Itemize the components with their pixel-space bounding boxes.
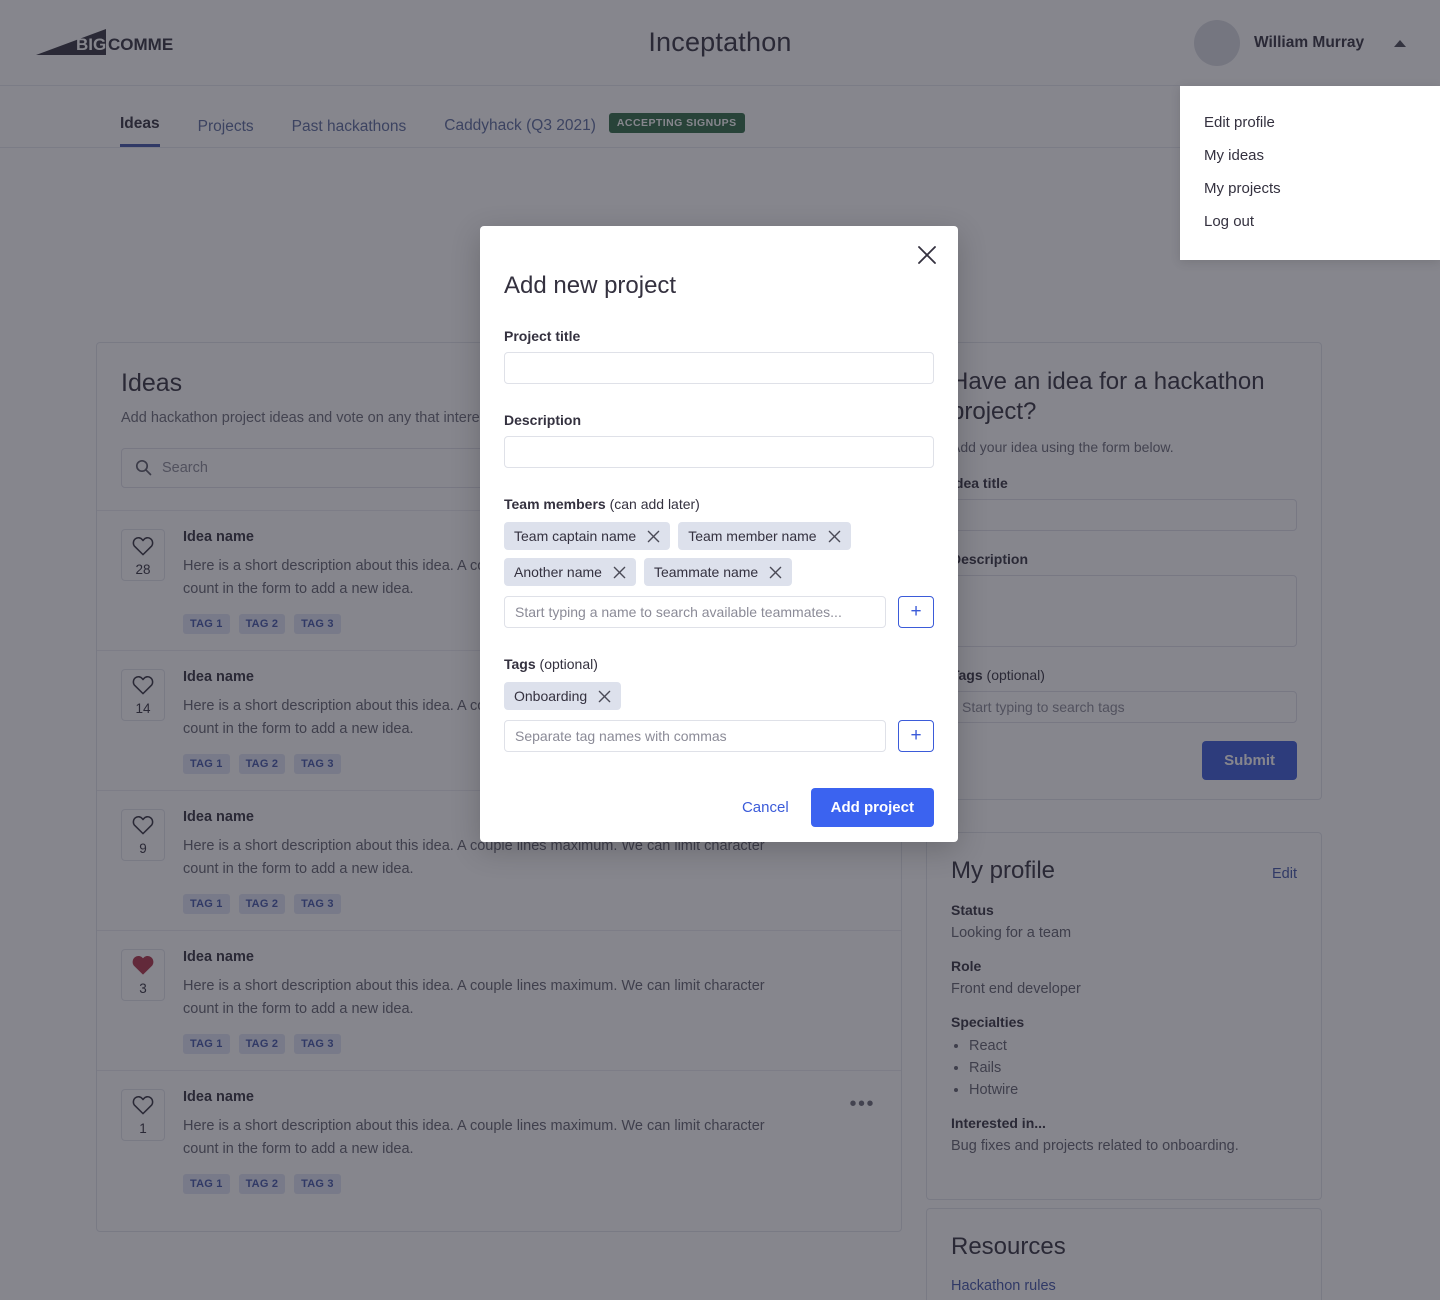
project-tags-sublabel: (optional): [535, 656, 598, 672]
project-tag-chips: Onboarding: [504, 682, 934, 710]
team-member-chips: Team captain name Team member name Another…: [504, 522, 934, 586]
chip-label: Teammate name: [653, 564, 759, 580]
team-member-input[interactable]: Start typing a name to search available …: [504, 596, 886, 628]
modal-footer: Cancel Add project: [504, 788, 934, 827]
team-member-chip: Another name: [504, 558, 636, 586]
chip-label: Another name: [514, 564, 602, 580]
project-tags-label: Tags (optional): [504, 656, 934, 672]
add-tag-button[interactable]: +: [898, 720, 934, 752]
remove-icon[interactable]: [647, 530, 660, 543]
team-member-chip: Teammate name: [643, 558, 793, 586]
remove-icon[interactable]: [769, 566, 782, 579]
chip-label: Onboarding: [514, 688, 588, 704]
project-description-label: Description: [504, 412, 582, 428]
team-member-chip: Team member name: [678, 522, 851, 550]
remove-icon[interactable]: [598, 690, 611, 703]
add-project-modal: Add new project Project title Descriptio…: [480, 226, 958, 842]
menu-item[interactable]: My projects: [1180, 172, 1440, 205]
team-member-input-row: Start typing a name to search available …: [504, 596, 934, 628]
chip-label: Team captain name: [514, 528, 637, 544]
menu-item[interactable]: Log out: [1180, 205, 1440, 238]
project-description-input[interactable]: [504, 436, 934, 468]
chip-label: Team member name: [688, 528, 817, 544]
team-members-sublabel: (can add later): [605, 496, 700, 512]
modal-title: Add new project: [504, 272, 677, 299]
team-member-chip: Team captain name: [504, 522, 671, 550]
app-root: BIG COMMERCE Inceptathon William Murray …: [0, 0, 1440, 1300]
remove-icon[interactable]: [828, 530, 841, 543]
team-members-label-text: Team members: [504, 496, 606, 512]
project-title-input[interactable]: [504, 352, 934, 384]
cancel-button[interactable]: Cancel: [734, 789, 797, 826]
close-icon[interactable]: [916, 244, 938, 266]
add-project-button[interactable]: Add project: [810, 788, 934, 827]
add-team-member-button[interactable]: +: [898, 596, 934, 628]
project-tag-input[interactable]: Separate tag names with commas: [504, 720, 886, 752]
team-members-label: Team members (can add later): [504, 496, 934, 512]
menu-item[interactable]: My ideas: [1180, 139, 1440, 172]
menu-item[interactable]: Edit profile: [1180, 106, 1440, 139]
project-tag-chip: Onboarding: [504, 682, 622, 710]
project-title-label: Project title: [504, 328, 581, 344]
user-dropdown-menu: Edit profile My ideas My projects Log out: [1180, 86, 1440, 260]
remove-icon[interactable]: [613, 566, 626, 579]
project-tags-label-text: Tags: [504, 656, 536, 672]
project-tag-input-row: Separate tag names with commas +: [504, 720, 934, 752]
